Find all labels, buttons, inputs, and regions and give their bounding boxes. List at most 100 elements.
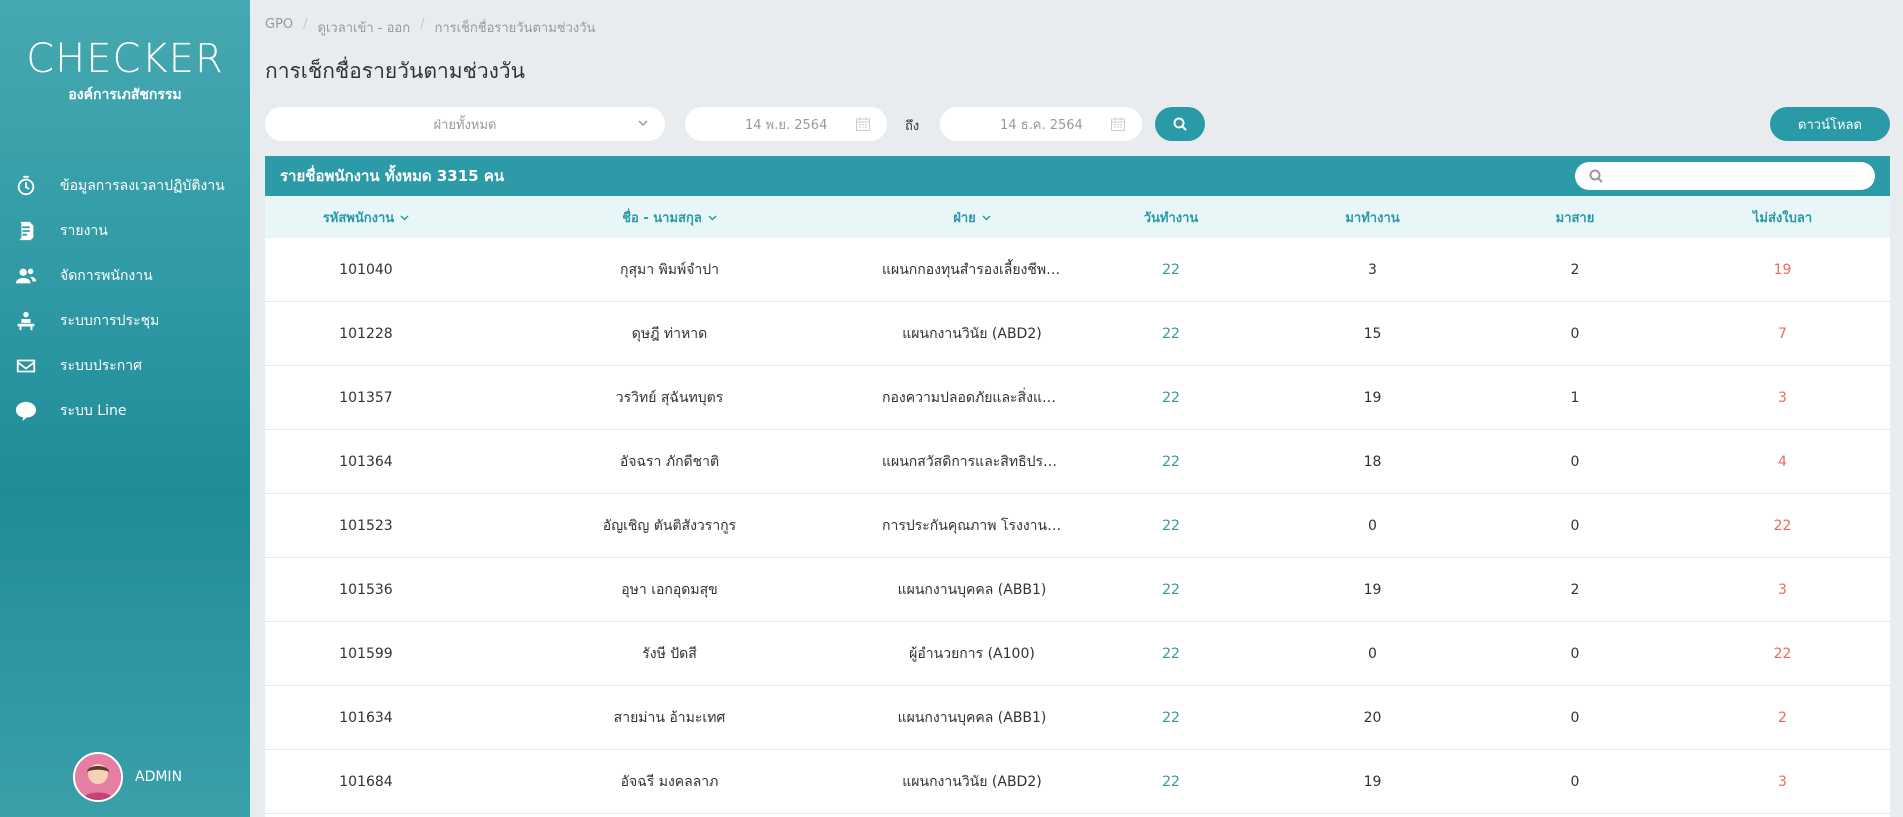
stopwatch-icon bbox=[14, 174, 38, 198]
column-header-id[interactable]: รหัสพนักงาน bbox=[265, 207, 467, 228]
table-row[interactable]: 101040 กุสุมา พิมพ์จำปา แผนกกองทุนสำรองเลี… bbox=[265, 238, 1890, 302]
breadcrumb: GPO / ดูเวลาเข้า - ออก / การเช็กชื่อรายว… bbox=[265, 17, 595, 38]
meeting-icon bbox=[14, 309, 38, 333]
cell-department: แผนกงานวินัย (ABD2) bbox=[902, 773, 1042, 790]
org-name: องค์การเภสัชกรรม bbox=[68, 87, 182, 103]
report-icon bbox=[14, 219, 38, 243]
column-header-dept[interactable]: ฝ่าย bbox=[872, 207, 1072, 228]
cell-name: อัจฉรี มงคลลาภ bbox=[620, 773, 719, 790]
cell-name: ดุษฎี ท่าหาด bbox=[631, 325, 708, 342]
column-header-name[interactable]: ชื่อ - นามสกุล bbox=[467, 207, 872, 228]
date-to-field[interactable]: 14 ธ.ค. 2564 bbox=[940, 107, 1142, 141]
employee-table: รายชื่อพนักงาน ทั้งหมด 3315 คน รหัสพนักง… bbox=[265, 156, 1890, 817]
cell-employee-id: 101599 bbox=[339, 645, 393, 662]
sidebar-item-label: จัดการพนักงาน bbox=[60, 267, 153, 284]
cell-late: 2 bbox=[1570, 581, 1580, 598]
breadcrumb-separator: / bbox=[303, 17, 308, 32]
cell-employee-id: 101357 bbox=[339, 389, 393, 406]
sidebar-item-report[interactable]: รายงาน bbox=[0, 208, 250, 253]
cell-present: 19 bbox=[1363, 773, 1382, 790]
cell-department: กองความปลอดภัยและสิ่งแวดล้อ... bbox=[882, 389, 1072, 406]
cell-name: รังษี ปัดสี bbox=[642, 645, 697, 662]
sidebar-item-meeting[interactable]: ระบบการประชุม bbox=[0, 298, 250, 343]
table-title: รายชื่อพนักงาน ทั้งหมด 3315 คน bbox=[280, 167, 505, 185]
user-profile[interactable]: ADMIN bbox=[73, 752, 182, 802]
cell-department: แผนกกองทุนสำรองเลี้ยงชีพ (AB... bbox=[882, 261, 1072, 278]
cell-no-leave: 4 bbox=[1778, 453, 1787, 470]
cell-present: 19 bbox=[1363, 581, 1382, 598]
sidebar-item-attendance[interactable]: ข้อมูลการลงเวลาปฏิบัติงาน bbox=[0, 163, 250, 208]
department-select-value: ฝ่ายทั้งหมด bbox=[433, 117, 497, 133]
cell-late: 2 bbox=[1570, 261, 1580, 278]
cell-department: การประกันคุณภาพ โรงงานผลิตย... bbox=[882, 517, 1072, 534]
column-label: รหัสพนักงาน bbox=[322, 210, 395, 226]
table-row[interactable]: 101599 รังษี ปัดสี ผู้อำนวยการ (A100) 22 0 0 2… bbox=[265, 622, 1890, 686]
cell-department: แผนกงานบุคคล (ABB1) bbox=[897, 709, 1047, 726]
table-row[interactable]: 101357 วรวิทย์ สุฉันทบุตร กองความปลอดภัยแล… bbox=[265, 366, 1890, 430]
avatar[interactable] bbox=[73, 752, 123, 802]
cell-department: แผนกงานวินัย (ABD2) bbox=[902, 325, 1042, 342]
to-label: ถึง bbox=[905, 119, 920, 134]
table-row[interactable]: 101634 สายม่าน อ้ามะเทศ แผนกงานบุคคล (ABB1… bbox=[265, 686, 1890, 750]
cell-workdays: 22 bbox=[1162, 709, 1180, 726]
cell-present: 0 bbox=[1368, 645, 1377, 662]
table-search-input[interactable] bbox=[1611, 166, 1861, 186]
cell-department: ผู้อำนวยการ (A100) bbox=[909, 645, 1035, 662]
cell-late: 0 bbox=[1570, 709, 1580, 726]
date-to-value: 14 ธ.ค. 2564 bbox=[1000, 117, 1083, 133]
search-button[interactable] bbox=[1155, 107, 1205, 141]
cell-present: 18 bbox=[1363, 453, 1382, 470]
sidebar-item-line[interactable]: ระบบ Line bbox=[0, 388, 250, 433]
cell-workdays: 22 bbox=[1162, 645, 1180, 662]
sidebar-item-label: ระบบ Line bbox=[60, 402, 127, 419]
cell-present: 19 bbox=[1363, 389, 1382, 406]
cell-late: 0 bbox=[1570, 453, 1580, 470]
cell-late: 0 bbox=[1570, 645, 1580, 662]
download-button[interactable]: ดาวน์โหลด bbox=[1770, 107, 1890, 141]
cell-employee-id: 101536 bbox=[339, 581, 393, 598]
department-select[interactable]: ฝ่ายทั้งหมด bbox=[265, 107, 665, 141]
cell-workdays: 22 bbox=[1162, 517, 1180, 534]
table-search[interactable] bbox=[1575, 162, 1875, 190]
logo[interactable]: CHECKER องค์การเภสัชกรรม bbox=[0, 36, 250, 106]
cell-employee-id: 101684 bbox=[339, 773, 393, 790]
table-row[interactable]: 101364 อัจฉรา ภักดีชาติ แผนกสวัสดิการและสิ… bbox=[265, 430, 1890, 494]
cell-no-leave: 3 bbox=[1778, 389, 1787, 406]
cell-employee-id: 101634 bbox=[339, 709, 393, 726]
cell-employee-id: 101040 bbox=[339, 261, 393, 278]
search-icon bbox=[1173, 117, 1187, 131]
cell-workdays: 22 bbox=[1162, 581, 1180, 598]
cell-no-leave: 22 bbox=[1773, 645, 1792, 662]
table-row[interactable]: 101536 อุษา เอกอุดมสุข แผนกงานบุคคล (ABB1)… bbox=[265, 558, 1890, 622]
breadcrumb-item[interactable]: ดูเวลาเข้า - ออก bbox=[318, 17, 411, 38]
table-row[interactable]: 101228 ดุษฎี ท่าหาด แผนกงานวินัย (ABD2) 22 1… bbox=[265, 302, 1890, 366]
cell-workdays: 22 bbox=[1162, 773, 1180, 790]
table-row[interactable]: 101684 อัจฉรี มงคลลาภ แผนกงานวินัย (ABD2) 2… bbox=[265, 750, 1890, 814]
cell-employee-id: 101364 bbox=[339, 453, 393, 470]
sidebar-item-label: รายงาน bbox=[60, 222, 108, 239]
sidebar-item-announcement[interactable]: ระบบประกาศ bbox=[0, 343, 250, 388]
date-from-field[interactable]: 14 พ.ย. 2564 bbox=[685, 107, 887, 141]
cell-present: 15 bbox=[1363, 325, 1382, 342]
cell-name: สายม่าน อ้ามะเทศ bbox=[613, 709, 726, 726]
column-header-late: มาสาย bbox=[1555, 210, 1595, 226]
cell-department: แผนกสวัสดิการและสิทธิประโยชน์... bbox=[882, 453, 1072, 470]
users-icon bbox=[14, 264, 38, 288]
sidebar-item-label: ระบบประกาศ bbox=[60, 357, 142, 374]
table-row[interactable]: 101523 อัญเชิญ ตันติสังวรากูร การประกันคุณ… bbox=[265, 494, 1890, 558]
cell-name: อัจฉรา ภักดีชาติ bbox=[619, 453, 720, 470]
line-icon bbox=[14, 399, 38, 423]
filter-bar: ฝ่ายทั้งหมด 14 พ.ย. 2564 ถึง 14 ธ.ค. 256… bbox=[265, 107, 1890, 141]
logo-text: CHECKER bbox=[26, 36, 224, 82]
cell-late: 0 bbox=[1570, 325, 1580, 342]
cell-no-leave: 3 bbox=[1778, 773, 1787, 790]
cell-no-leave: 19 bbox=[1773, 261, 1792, 278]
envelope-icon bbox=[14, 354, 38, 378]
breadcrumb-item[interactable]: GPO bbox=[265, 17, 293, 38]
chevron-down-icon bbox=[708, 214, 717, 221]
chevron-down-icon bbox=[400, 214, 409, 221]
column-header-present: มาทำงาน bbox=[1345, 210, 1400, 226]
sidebar-item-employees[interactable]: จัดการพนักงาน bbox=[0, 253, 250, 298]
cell-workdays: 22 bbox=[1162, 325, 1180, 342]
column-label: ฝ่าย bbox=[953, 210, 976, 226]
